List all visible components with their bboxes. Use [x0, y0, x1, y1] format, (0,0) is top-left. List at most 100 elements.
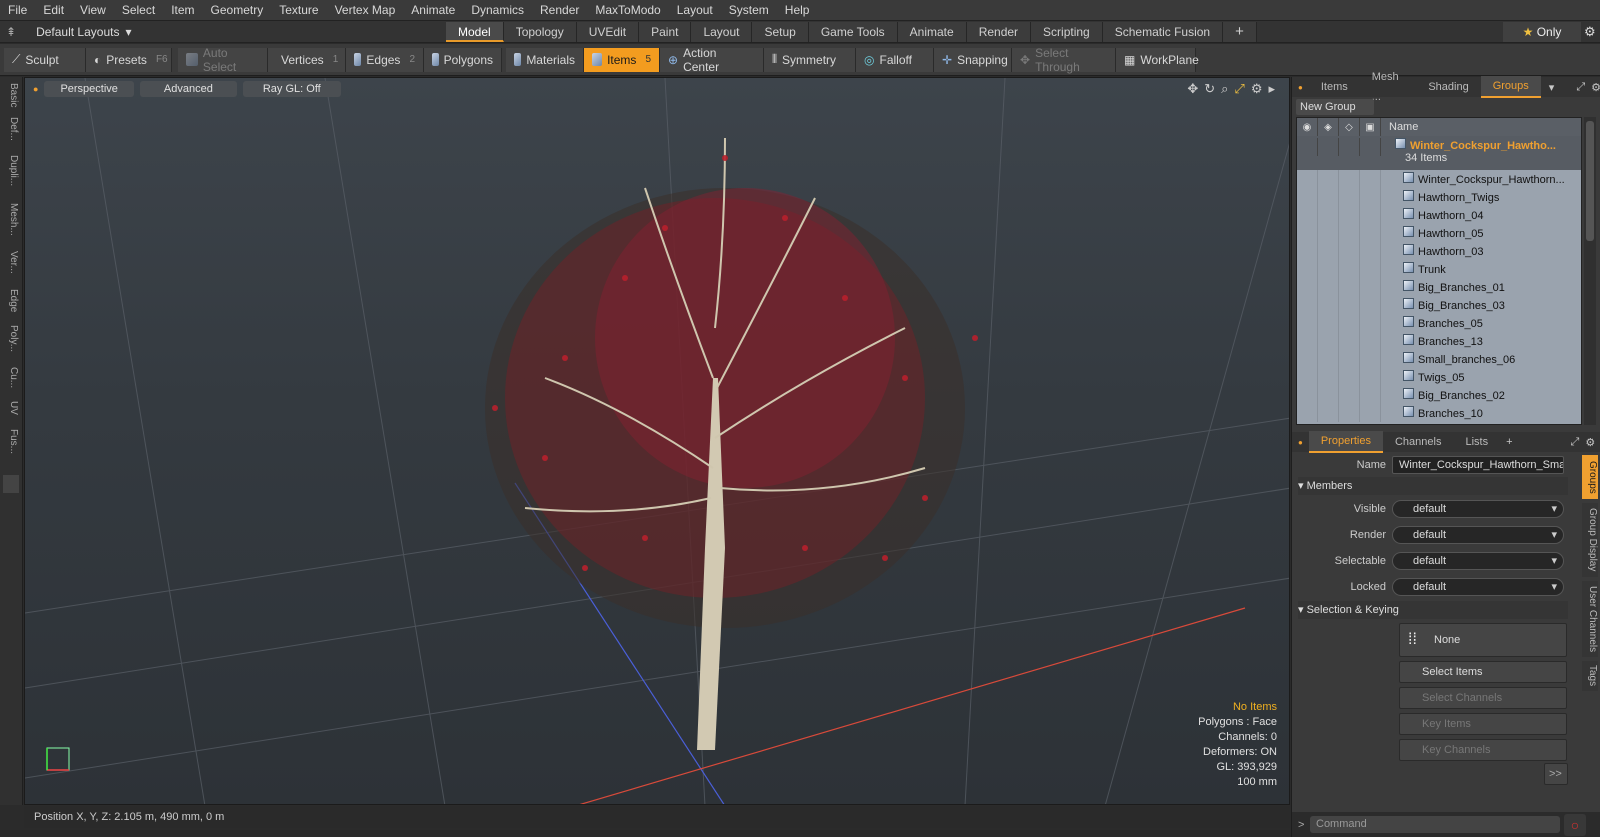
- menu-item[interactable]: Item: [163, 0, 202, 21]
- polygons-button[interactable]: Polygons: [424, 47, 502, 72]
- render-dropdown[interactable]: default: [1392, 526, 1564, 544]
- list-item[interactable]: Twigs_05: [1297, 368, 1581, 386]
- left-tab-deform[interactable]: Def...: [3, 117, 19, 141]
- side-tab-tags[interactable]: Tags: [1582, 661, 1598, 691]
- menu-view[interactable]: View: [72, 0, 114, 21]
- fit-icon[interactable]: ⤢: [1234, 81, 1244, 97]
- menu-texture[interactable]: Texture: [271, 0, 326, 21]
- eye-icon[interactable]: ◉: [1297, 118, 1318, 136]
- menu-animate[interactable]: Animate: [403, 0, 463, 21]
- tab-game-tools[interactable]: Game Tools: [808, 22, 898, 42]
- record-icon[interactable]: ○: [1564, 813, 1586, 836]
- side-tab-user-channels[interactable]: User Channels: [1582, 581, 1598, 657]
- tab-animate[interactable]: Animate: [897, 22, 967, 42]
- left-tab-expand[interactable]: [3, 475, 19, 493]
- tab-scripting[interactable]: Scripting: [1031, 22, 1103, 42]
- members-section[interactable]: ▾ Members: [1298, 477, 1568, 495]
- group-name-field[interactable]: Winter_Cockspur_Hawthorn_Sma: [1392, 456, 1564, 474]
- list-item[interactable]: Branches_13: [1297, 332, 1581, 350]
- zoom-icon[interactable]: ⌕: [1221, 81, 1228, 97]
- list-item[interactable]: Winter_Cockspur_Hawthorn...: [1297, 170, 1581, 188]
- tab-schematic-fusion[interactable]: Schematic Fusion: [1102, 22, 1224, 42]
- tab-lists[interactable]: Lists: [1453, 432, 1500, 452]
- viewport-arrow-icon[interactable]: ▸: [1268, 81, 1275, 97]
- tab-shading[interactable]: Shading: [1416, 77, 1480, 97]
- menu-file[interactable]: File: [0, 0, 35, 21]
- list-item[interactable]: Big_Branches_01: [1297, 278, 1581, 296]
- menu-layout[interactable]: Layout: [669, 0, 721, 21]
- menu-edit[interactable]: Edit: [35, 0, 72, 21]
- lock-icon[interactable]: ▣: [1360, 118, 1381, 136]
- locked-dropdown[interactable]: default: [1392, 578, 1564, 596]
- add-tab-icon[interactable]: +: [1500, 436, 1518, 448]
- tab-render[interactable]: Render: [966, 22, 1032, 42]
- snapping-button[interactable]: ✛ Snapping: [934, 47, 1012, 72]
- vertices-button[interactable]: Vertices 1: [268, 47, 346, 72]
- tab-setup[interactable]: Setup: [752, 22, 809, 42]
- tab-uvedit[interactable]: UVEdit: [576, 22, 640, 42]
- gear-icon[interactable]: ⚙: [1585, 436, 1595, 449]
- menu-render[interactable]: Render: [532, 0, 587, 21]
- select-icon[interactable]: ◇: [1339, 118, 1360, 136]
- key-channels-button[interactable]: Key Channels: [1399, 739, 1567, 761]
- tab-properties[interactable]: Properties: [1308, 431, 1383, 453]
- raygl-button[interactable]: Ray GL: Off: [242, 81, 341, 97]
- left-tab-mesh[interactable]: Mesh...: [3, 203, 19, 236]
- left-tab-vertex[interactable]: Ver...: [3, 251, 19, 274]
- auto-select-button[interactable]: Auto Select: [178, 46, 268, 74]
- new-group-button[interactable]: New Group: [1296, 99, 1374, 115]
- pan-icon[interactable]: ✥: [1187, 81, 1198, 97]
- gear-icon[interactable]: ⚙: [1591, 81, 1600, 94]
- menu-help[interactable]: Help: [777, 0, 818, 21]
- none-button[interactable]: ⁞⁞ None: [1399, 623, 1567, 657]
- chevron-down-icon[interactable]: ▾: [1541, 81, 1563, 94]
- tab-layout[interactable]: Layout: [691, 22, 753, 42]
- add-tab-button[interactable]: +: [1223, 22, 1257, 42]
- menu-maxtomodo[interactable]: MaxToModo: [587, 0, 668, 21]
- list-item[interactable]: Branches_10: [1297, 404, 1581, 422]
- view-mode-button[interactable]: Advanced: [139, 81, 237, 97]
- presets-button[interactable]: ◐ Presets F6: [86, 47, 172, 72]
- sculpt-button[interactable]: ⟋ Sculpt: [4, 47, 86, 72]
- only-button[interactable]: ★ Only: [1503, 22, 1581, 42]
- left-tab-polygon[interactable]: Poly...: [3, 325, 19, 352]
- left-tab-basic[interactable]: Basic: [3, 83, 19, 107]
- group-row[interactable]: Winter_Cockspur_Hawtho... 34 Items: [1297, 136, 1581, 170]
- visible-dropdown[interactable]: default: [1392, 500, 1564, 518]
- groups-list-scrollbar[interactable]: [1584, 117, 1596, 425]
- 3d-viewport[interactable]: ● Perspective Advanced Ray GL: Off ✥ ↻ ⌕…: [24, 77, 1290, 805]
- layout-selector[interactable]: ⇞ Default Layouts ▾: [6, 21, 131, 43]
- list-item[interactable]: Trunk: [1297, 260, 1581, 278]
- more-button[interactable]: >>: [1544, 763, 1568, 785]
- tab-items[interactable]: Items: [1309, 77, 1360, 97]
- falloff-button[interactable]: ◎ Falloff: [856, 47, 934, 72]
- menu-select[interactable]: Select: [114, 0, 163, 21]
- list-item[interactable]: Hawthorn_03: [1297, 242, 1581, 260]
- symmetry-button[interactable]: ⫴ Symmetry: [764, 47, 856, 72]
- tab-groups[interactable]: Groups: [1480, 76, 1541, 98]
- selectable-dropdown[interactable]: default: [1392, 552, 1564, 570]
- edges-button[interactable]: Edges 2: [346, 47, 424, 72]
- expand-icon[interactable]: ⤢: [1576, 81, 1585, 94]
- view-perspective-button[interactable]: Perspective: [44, 81, 134, 97]
- rotate-icon[interactable]: ↻: [1204, 81, 1215, 97]
- menu-system[interactable]: System: [721, 0, 777, 21]
- tab-paint[interactable]: Paint: [639, 22, 692, 42]
- list-item[interactable]: Branches_05: [1297, 314, 1581, 332]
- tab-topology[interactable]: Topology: [503, 22, 577, 42]
- select-items-button[interactable]: Select Items: [1399, 661, 1567, 683]
- tab-channels[interactable]: Channels: [1383, 432, 1453, 452]
- selection-keying-section[interactable]: ▾ Selection & Keying: [1298, 601, 1568, 619]
- left-tab-duplicate[interactable]: Dupli...: [3, 155, 19, 186]
- viewport-gear-icon[interactable]: ⚙: [1251, 81, 1263, 97]
- gear-icon[interactable]: ⚙: [1584, 24, 1596, 40]
- select-through-button[interactable]: ✥ Select Through: [1012, 46, 1116, 74]
- command-input[interactable]: Command: [1310, 816, 1560, 833]
- menu-vertex-map[interactable]: Vertex Map: [327, 0, 404, 21]
- key-items-button[interactable]: Key Items: [1399, 713, 1567, 735]
- side-tab-group-display[interactable]: Group Display: [1582, 503, 1598, 577]
- tab-model[interactable]: Model: [446, 22, 504, 42]
- left-tab-uv[interactable]: UV: [3, 401, 19, 415]
- expand-icon[interactable]: ⤢: [1571, 436, 1580, 449]
- list-item[interactable]: Hawthorn_05: [1297, 224, 1581, 242]
